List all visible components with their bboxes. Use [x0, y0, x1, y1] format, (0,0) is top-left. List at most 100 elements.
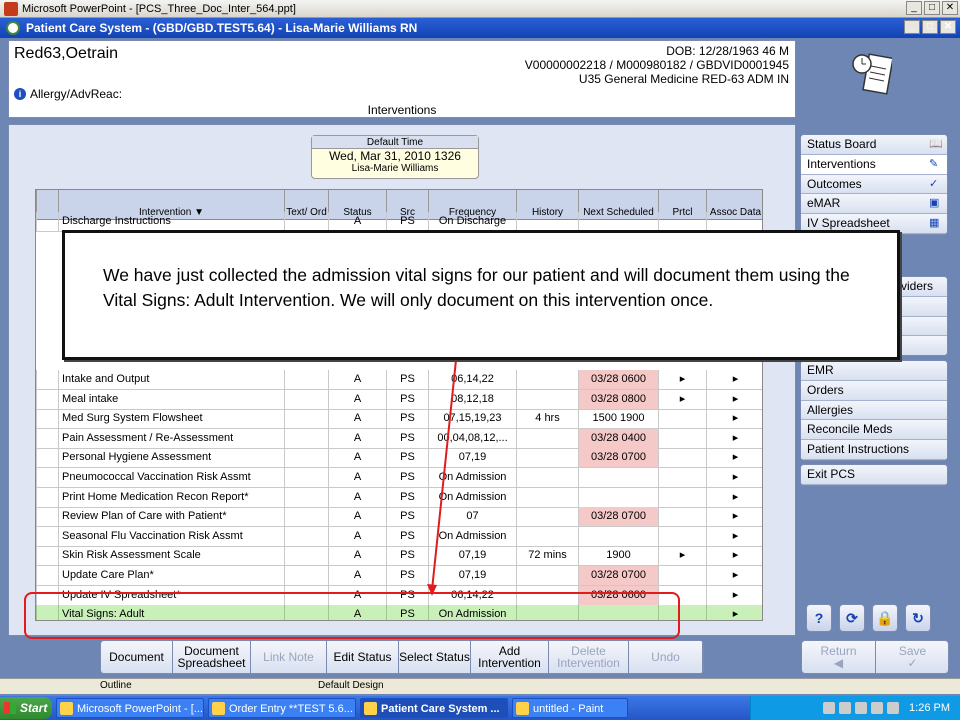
- table-row[interactable]: Discharge Instructions A PS On Discharge: [36, 212, 762, 232]
- select-status-button[interactable]: Select Status: [399, 641, 471, 673]
- exit-pcs-button[interactable]: Exit PCS: [801, 465, 947, 485]
- table-row[interactable]: Med Surg System Flowsheet A PS 07,15,19,23 4…: [36, 409, 762, 430]
- nav-item-orders[interactable]: Orders: [801, 380, 947, 401]
- pcs-minimize-button[interactable]: _: [904, 20, 920, 34]
- tray-icon[interactable]: [855, 702, 868, 714]
- table-row[interactable]: Seasonal Flu Vaccination Risk Assmt A PS On…: [36, 526, 762, 547]
- assoc-data-cell[interactable]: ▸: [706, 370, 762, 389]
- document-spreadsheet-button[interactable]: Document Spreadsheet: [173, 641, 251, 673]
- assoc-data-cell[interactable]: ▸: [706, 585, 762, 605]
- patient-location: U35 General Medicine RED-63 ADM IN: [578, 72, 789, 86]
- prtcl-cell[interactable]: ▸: [658, 546, 706, 566]
- row-select-cell[interactable]: [36, 468, 58, 487]
- tray-icon[interactable]: [871, 702, 884, 714]
- status-cell: A: [328, 370, 386, 389]
- nav-item-reconcile-meds[interactable]: Reconcile Meds: [801, 420, 947, 441]
- prtcl-cell[interactable]: ▸: [658, 389, 706, 409]
- row-select-cell[interactable]: [36, 487, 58, 507]
- assoc-data-cell[interactable]: ▸: [706, 566, 762, 585]
- close-button[interactable]: ✕: [942, 1, 958, 15]
- task-patient-care-system[interactable]: Patient Care System ...: [360, 698, 508, 718]
- link-note-button[interactable]: Link Note: [251, 641, 327, 673]
- assoc-data-cell[interactable]: ▸: [706, 389, 762, 409]
- tray-icon[interactable]: [887, 702, 900, 714]
- prtcl-cell[interactable]: [658, 566, 706, 585]
- maximize-button[interactable]: □: [924, 1, 940, 15]
- assoc-data-cell[interactable]: ▸: [706, 526, 762, 546]
- assoc-data-cell[interactable]: ▸: [706, 605, 762, 620]
- history-cell: [516, 212, 578, 231]
- document-button[interactable]: Document: [101, 641, 173, 673]
- table-row[interactable]: Update Care Plan* A PS 07,19 03/28 0700 ▸: [36, 566, 762, 586]
- nav-item-outcomes[interactable]: Outcomes ✓: [801, 174, 947, 195]
- nav-item-patient-instructions[interactable]: Patient Instructions: [801, 440, 947, 460]
- row-select-cell[interactable]: [36, 448, 58, 468]
- task-powerpoint[interactable]: Microsoft PowerPoint - [...: [56, 698, 204, 718]
- nav-item-emr[interactable]: EMR: [801, 361, 947, 381]
- default-time-box[interactable]: Default Time Wed, Mar 31, 2010 1326 Lisa…: [311, 135, 479, 179]
- row-select-cell[interactable]: [36, 409, 58, 429]
- task-order-entry[interactable]: Order Entry **TEST 5.6...: [208, 698, 356, 718]
- prtcl-cell[interactable]: [658, 428, 706, 448]
- allergy-row[interactable]: i Allergy/AdvReac:: [14, 87, 122, 101]
- history-cell: [516, 487, 578, 507]
- table-row[interactable]: Pneumococcal Vaccination Risk Assmt A PS On…: [36, 468, 762, 488]
- row-select-cell[interactable]: [36, 389, 58, 409]
- task-paint[interactable]: untitled - Paint: [512, 698, 628, 718]
- add-intervention-button[interactable]: Add Intervention: [471, 641, 549, 673]
- prtcl-cell[interactable]: [658, 507, 706, 527]
- tray-icon[interactable]: [839, 702, 852, 714]
- return-button[interactable]: Return ◀: [802, 641, 876, 673]
- table-row[interactable]: Personal Hygiene Assessment A PS 07,19 03/28…: [36, 448, 762, 469]
- assoc-data-cell[interactable]: ▸: [706, 546, 762, 566]
- table-row[interactable]: Pain Assessment / Re-Assessment A PS 00,04,…: [36, 428, 762, 449]
- edit-status-button[interactable]: Edit Status: [327, 641, 399, 673]
- prtcl-cell[interactable]: [658, 526, 706, 546]
- start-button[interactable]: Start: [0, 697, 52, 719]
- undo-button[interactable]: Undo: [629, 641, 703, 673]
- nav-group-secondary: EMR Orders Allergies Reconcile Meds Patient …: [800, 360, 948, 461]
- table-row[interactable]: Intake and Output A PS 06,14,22 03/28 0600 ▸ ▸: [36, 370, 762, 390]
- nav-item-allergies[interactable]: Allergies: [801, 400, 947, 421]
- table-row[interactable]: Skin Risk Assessment Scale A PS 07,19 72 min…: [36, 546, 762, 567]
- assoc-data-cell[interactable]: ▸: [706, 448, 762, 468]
- nav-item-emar[interactable]: eMAR ▣: [801, 194, 947, 215]
- taskbar: Start Microsoft PowerPoint - [... Order …: [0, 696, 960, 720]
- assoc-data-cell[interactable]: ▸: [706, 468, 762, 487]
- prtcl-cell[interactable]: ▸: [658, 370, 706, 389]
- assoc-data-cell[interactable]: ▸: [706, 487, 762, 507]
- src-cell: PS: [386, 526, 428, 546]
- assoc-data-cell[interactable]: ▸: [706, 428, 762, 448]
- table-row[interactable]: Review Plan of Care with Patient* A PS 07 03…: [36, 507, 762, 528]
- save-button[interactable]: Save ✓: [876, 641, 948, 673]
- pcs-close-button[interactable]: ✕: [940, 20, 956, 34]
- reload-button[interactable]: ↻: [905, 604, 931, 632]
- row-select-cell[interactable]: [36, 370, 58, 389]
- patient-name: Red63,Oetrain: [14, 45, 119, 62]
- prtcl-cell[interactable]: [658, 409, 706, 429]
- table-row[interactable]: Print Home Medication Recon Report* A PS On…: [36, 487, 762, 508]
- row-select-cell[interactable]: [36, 546, 58, 566]
- lock-button[interactable]: 🔒: [872, 604, 898, 632]
- prtcl-cell[interactable]: [658, 487, 706, 507]
- assoc-data-cell[interactable]: ▸: [706, 409, 762, 429]
- nav-item-status-board[interactable]: Status Board 📖: [801, 135, 947, 155]
- nav-item-label: Outcomes: [807, 176, 862, 191]
- prtcl-cell[interactable]: [658, 448, 706, 468]
- table-row[interactable]: Meal intake A PS 08,12,18 03/28 0800 ▸ ▸: [36, 389, 762, 410]
- row-select-cell[interactable]: [36, 566, 58, 585]
- row-select-cell[interactable]: [36, 212, 58, 231]
- row-select-cell[interactable]: [36, 526, 58, 546]
- prtcl-cell[interactable]: [658, 468, 706, 487]
- nav-item-interventions[interactable]: Interventions ✎: [801, 154, 947, 175]
- help-button[interactable]: ?: [806, 604, 832, 632]
- delete-intervention-button[interactable]: Delete Intervention: [549, 641, 629, 673]
- assoc-data-cell[interactable]: ▸: [706, 507, 762, 527]
- row-select-cell[interactable]: [36, 428, 58, 448]
- row-select-cell[interactable]: [36, 507, 58, 527]
- nav-item-label: IV Spreadsheet: [807, 216, 890, 231]
- tray-icon[interactable]: [823, 702, 836, 714]
- refresh-icon-button[interactable]: ⟳: [839, 604, 865, 632]
- minimize-button[interactable]: _: [906, 1, 922, 15]
- pcs-restore-button[interactable]: □: [922, 20, 938, 34]
